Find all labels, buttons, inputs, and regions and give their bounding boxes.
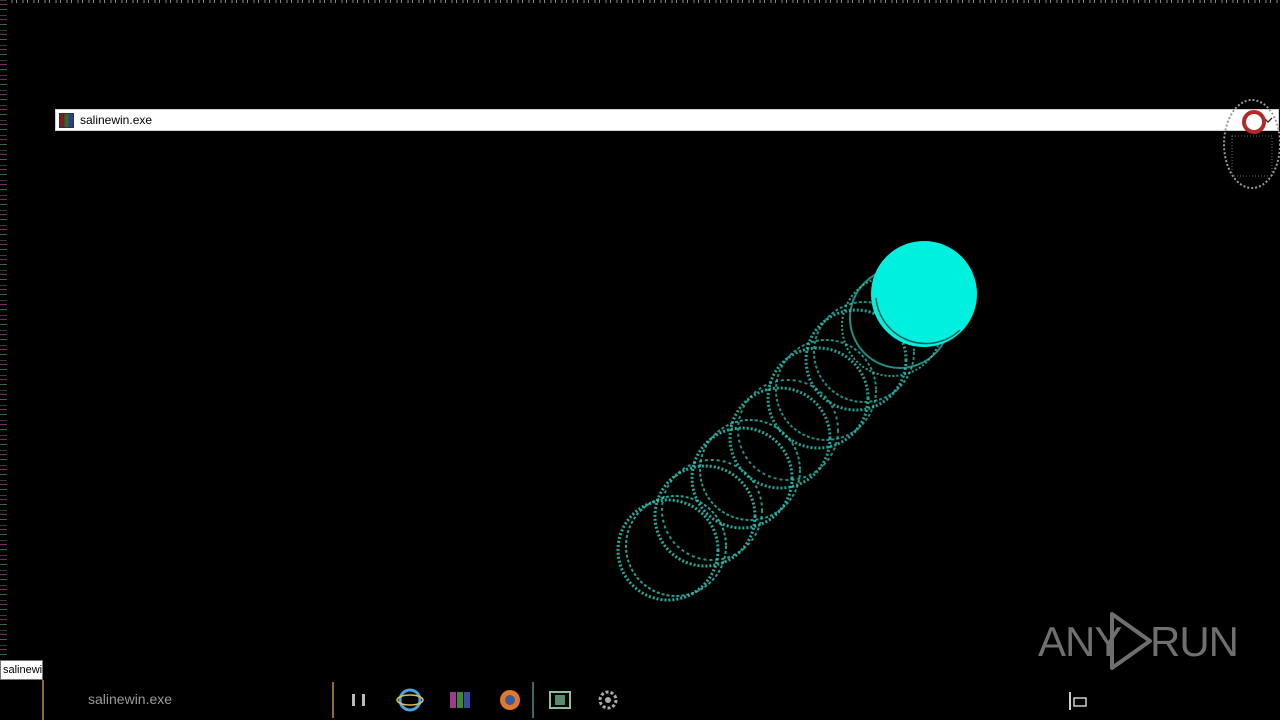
file-explorer-icon[interactable] — [346, 686, 374, 714]
system-tray-icon[interactable] — [1066, 686, 1090, 714]
winrar-icon[interactable] — [446, 686, 474, 714]
taskbar-running-app[interactable]: salinewin.exe — [42, 680, 332, 720]
play-triangle-icon — [1110, 612, 1152, 670]
media-player-icon[interactable] — [546, 686, 574, 714]
trail-ring — [616, 498, 720, 602]
trail-ring — [625, 495, 727, 597]
glitched-corner-widget — [1223, 99, 1280, 189]
taskbar: salinewin.exe — [0, 680, 1280, 720]
taskbar-separator — [532, 682, 534, 718]
taskbar-tooltip: salinewin.exe — [0, 660, 43, 680]
window-title: salinewin.exe — [80, 113, 153, 127]
internet-explorer-icon[interactable] — [396, 686, 424, 714]
window-titlebar[interactable]: salinewin.exe — [55, 109, 1279, 131]
winrar-archive-icon — [59, 113, 74, 128]
cyan-ball — [871, 241, 977, 347]
settings-gear-icon[interactable] — [594, 686, 622, 714]
desktop-screen: salinewin.exe ANY RUN salinewin.exe sali… — [0, 0, 1280, 720]
taskbar-app-label: salinewin.exe — [88, 691, 173, 707]
firefox-icon[interactable] — [496, 686, 524, 714]
watermark-text-run: RUN — [1150, 618, 1239, 665]
taskbar-separator — [332, 682, 334, 718]
anyrun-watermark: ANY RUN — [1038, 608, 1239, 674]
